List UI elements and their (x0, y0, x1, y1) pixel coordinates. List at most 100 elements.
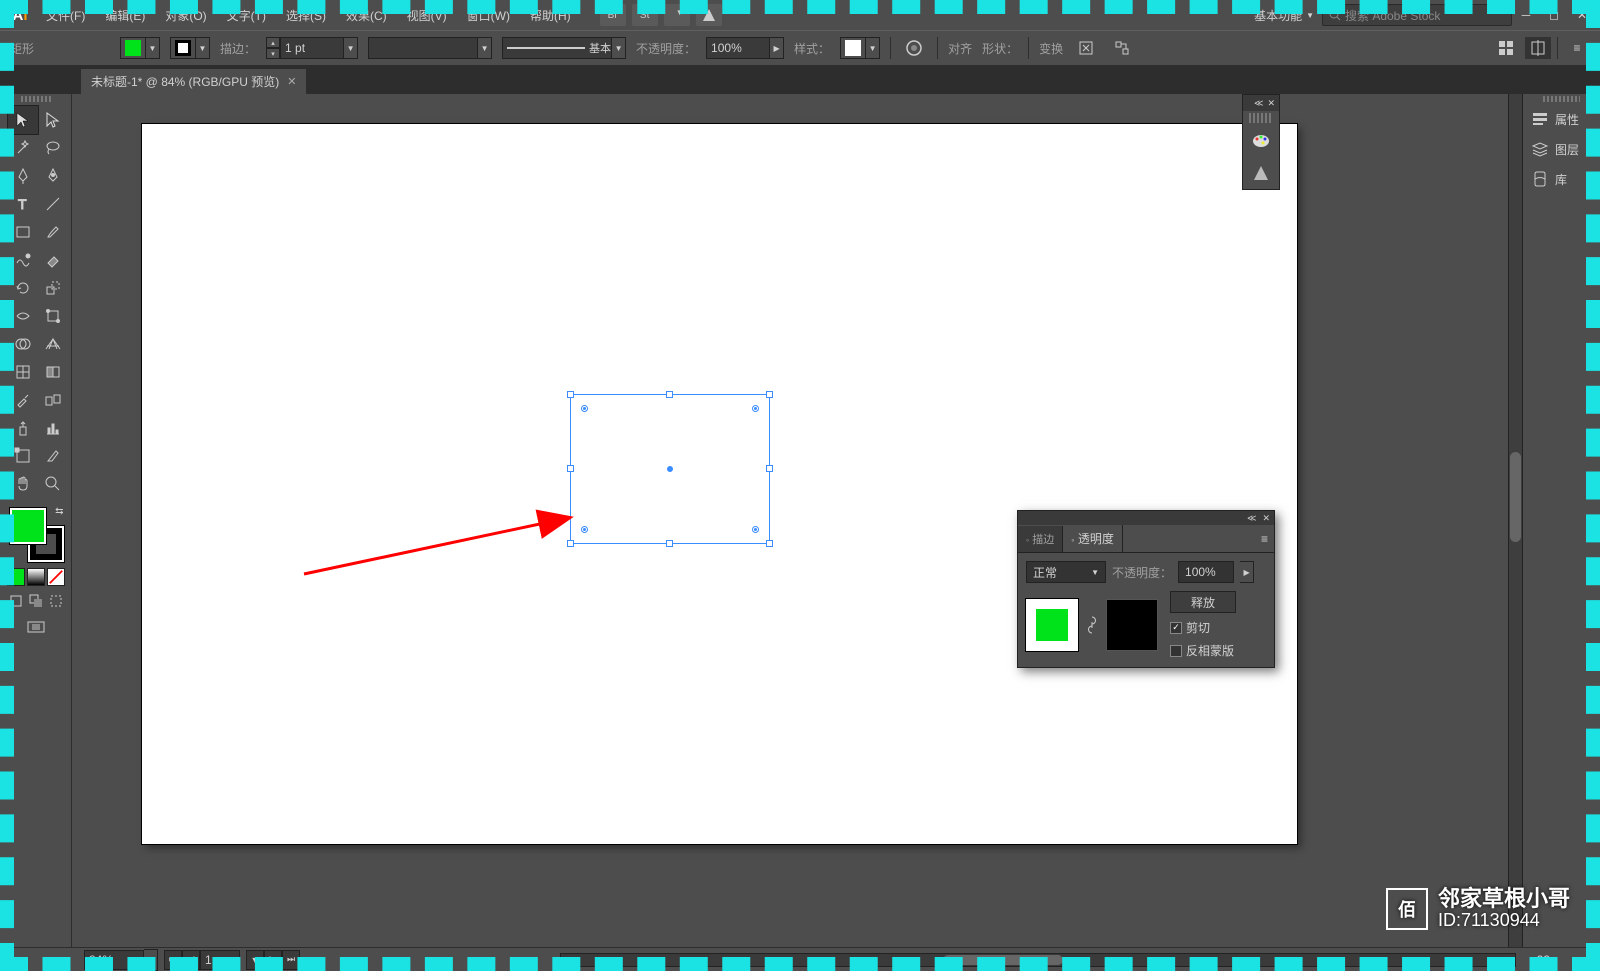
style-swatch[interactable]: ▼ (840, 37, 880, 59)
panel-menu-icon[interactable]: ≡ (1255, 532, 1274, 546)
gradient-tool[interactable] (38, 358, 68, 386)
menu-window[interactable]: 窗口(W) (457, 0, 520, 30)
menu-object[interactable]: 对象(O) (155, 0, 216, 30)
transform-label[interactable]: 变换 (1039, 40, 1063, 57)
opacity-input[interactable]: 100%▶ (706, 37, 784, 59)
panel-opacity-input[interactable]: 100% (1178, 561, 1234, 583)
menu-select[interactable]: 选择(S) (276, 0, 336, 30)
window-restore[interactable]: ◻ (1540, 4, 1568, 26)
handle-top-left[interactable] (567, 391, 574, 398)
handle-mid-right[interactable] (766, 465, 773, 472)
color-mode-none[interactable] (47, 568, 65, 586)
stroke-weight[interactable]: ▴▾ 1 pt ▼ (266, 37, 358, 59)
brush-definition[interactable]: 基本▼ (502, 37, 626, 59)
edit-similar-button[interactable] (1109, 37, 1135, 59)
color-mode-gradient[interactable] (27, 568, 45, 586)
stock-search[interactable]: 搜索 Adobe Stock (1322, 4, 1512, 26)
zoom-tool[interactable] (38, 470, 68, 498)
align-label[interactable]: 对齐 (948, 40, 972, 57)
eraser-tool[interactable] (38, 246, 68, 274)
panel-opacity-slider[interactable]: ▶ (1240, 561, 1254, 583)
artboard-prev[interactable]: ◀ (182, 950, 200, 970)
corner-widget-bl[interactable] (581, 526, 588, 533)
handle-top-center[interactable] (666, 391, 673, 398)
color-panel-button[interactable] (1243, 125, 1279, 157)
corner-widget-tl[interactable] (581, 405, 588, 412)
stock-button[interactable]: St (632, 4, 658, 26)
scroll-right[interactable]: ▶ (1501, 954, 1515, 966)
artboard-first[interactable]: ⏮ (164, 950, 182, 970)
color-guide-button[interactable] (1243, 157, 1279, 189)
mask-thumbnail[interactable] (1106, 599, 1158, 651)
scroll-thumb[interactable] (943, 955, 1063, 965)
workspace-switcher[interactable]: 基本功能▼ (1246, 7, 1322, 24)
panel-menu-icon[interactable]: ≡ (1564, 37, 1590, 59)
menu-help[interactable]: 帮助(H) (520, 0, 581, 30)
clip-checkbox[interactable] (1170, 622, 1182, 634)
draw-behind-icon[interactable] (27, 592, 45, 610)
handle-top-right[interactable] (766, 391, 773, 398)
window-close[interactable]: ✕ (1568, 4, 1596, 26)
paintbrush-tool[interactable] (38, 218, 68, 246)
panel-tab-stroke[interactable]: ◦ 描边 (1018, 526, 1063, 552)
eyedropper-tool[interactable] (8, 386, 38, 414)
corner-widget-br[interactable] (752, 526, 759, 533)
selection-tool[interactable] (8, 106, 38, 134)
curvature-tool[interactable] (38, 162, 68, 190)
scroll-left[interactable]: ◀ (561, 954, 575, 966)
shaper-tool[interactable] (8, 246, 38, 274)
zoom-input[interactable]: 84% (84, 950, 144, 970)
artboard-next[interactable]: ▶ (264, 950, 282, 970)
stroke-swatch[interactable]: ▼ (170, 37, 210, 59)
corner-widget-tr[interactable] (752, 405, 759, 412)
canvas[interactable]: ≪✕ (72, 94, 1522, 947)
blend-tool[interactable] (38, 386, 68, 414)
grid-toggle-icon[interactable] (1493, 37, 1519, 59)
menu-type[interactable]: 文字(T) (217, 0, 276, 30)
artboard-dd[interactable]: ▼ (246, 950, 264, 970)
release-mask-button[interactable]: 释放 (1170, 591, 1236, 613)
float-grip[interactable] (1249, 113, 1273, 123)
invert-checkbox[interactable] (1170, 645, 1182, 657)
handle-bottom-center[interactable] (666, 540, 673, 547)
libraries-panel-button[interactable]: 库 (1523, 164, 1600, 194)
bridge-button[interactable]: Br (600, 4, 626, 26)
tools-grip[interactable] (21, 96, 51, 102)
menu-view[interactable]: 视图(V) (397, 0, 457, 30)
rotate-tool[interactable] (8, 274, 38, 302)
width-tool[interactable] (8, 302, 38, 330)
handle-bottom-left[interactable] (567, 540, 574, 547)
line-tool[interactable] (38, 190, 68, 218)
float-close-icon[interactable]: ✕ (1267, 98, 1275, 109)
symbol-sprayer-tool[interactable] (8, 414, 38, 442)
handle-mid-left[interactable] (567, 465, 574, 472)
tab-close-icon[interactable]: ✕ (287, 75, 296, 88)
lasso-tool[interactable] (38, 134, 68, 162)
slice-tool[interactable] (38, 442, 68, 470)
fill-box[interactable] (10, 508, 46, 544)
mesh-tool[interactable] (8, 358, 38, 386)
var-width-profile[interactable]: ▼ (368, 37, 492, 59)
hand-tool[interactable] (8, 470, 38, 498)
scale-tool[interactable] (38, 274, 68, 302)
snap-pixel-icon[interactable] (1525, 37, 1551, 59)
direct-selection-tool[interactable] (38, 106, 68, 134)
panel-close-icon[interactable]: ✕ (1262, 513, 1270, 524)
object-thumbnail[interactable] (1026, 599, 1078, 651)
panel-tab-transparency[interactable]: ◦ 透明度 (1063, 525, 1123, 552)
menu-edit[interactable]: 编辑(E) (95, 0, 155, 30)
arrange-docs-button[interactable]: ▼ (664, 4, 690, 26)
rail-grip[interactable] (1543, 96, 1580, 102)
horizontal-scrollbar[interactable]: ◀ ▶ (560, 953, 1516, 967)
rectangle-tool[interactable] (8, 218, 38, 246)
free-transform-tool[interactable] (38, 302, 68, 330)
properties-panel-button[interactable]: 属性 (1523, 104, 1600, 134)
menu-effect[interactable]: 效果(C) (336, 0, 397, 30)
graph-tool[interactable] (38, 414, 68, 442)
fill-swatch[interactable]: ▼ (120, 37, 160, 59)
recolor-button[interactable] (901, 37, 927, 59)
shape-builder-tool[interactable] (8, 330, 38, 358)
layers-panel-button[interactable]: 图层 (1523, 134, 1600, 164)
screen-mode-button[interactable] (21, 616, 51, 640)
document-tab[interactable]: 未标题-1* @ 84% (RGB/GPU 预览) ✕ (80, 68, 307, 94)
